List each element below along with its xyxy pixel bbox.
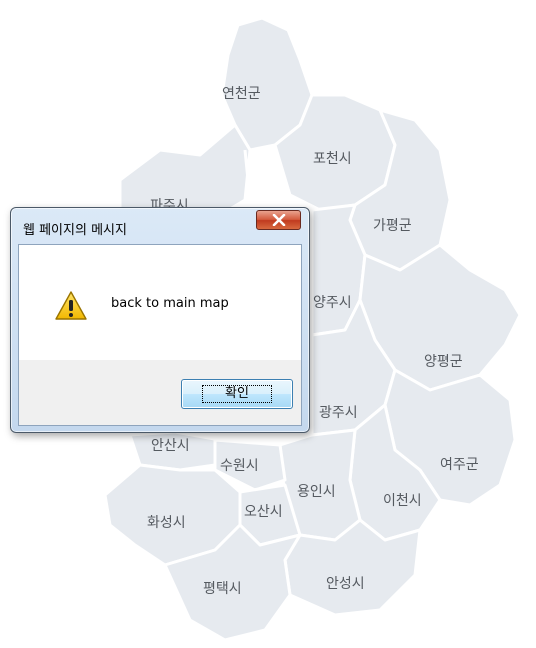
map-label-yangpyeong: 양평군: [424, 354, 463, 370]
map-label-anseong: 안성시: [326, 576, 365, 592]
map-label-yangju: 양주시: [313, 295, 352, 311]
map-label-gwangju: 광주시: [319, 405, 358, 421]
map-label-pocheon: 포천시: [313, 151, 352, 167]
dialog-title: 웹 페이지의 메시지: [23, 223, 127, 238]
dialog-body: back to main map 확인: [18, 244, 302, 426]
map-label-ansan: 안산시: [151, 438, 190, 454]
map-label-suwon: 수원시: [220, 458, 259, 474]
map-label-gapyeong: 가평군: [373, 218, 412, 234]
map-label-pyeongtaek: 평택시: [203, 581, 242, 597]
warning-icon: [55, 291, 87, 320]
map-label-osan: 오산시: [244, 504, 283, 520]
ok-button-label: 확인: [202, 385, 272, 403]
dialog-titlebar[interactable]: 웹 페이지의 메시지: [11, 208, 309, 244]
map-label-hwaseong: 화성시: [147, 515, 186, 531]
dialog-message: back to main map: [111, 296, 229, 311]
close-button[interactable]: [256, 210, 301, 230]
map-label-yeoju: 여주군: [440, 457, 479, 473]
map-label-icheon: 이천시: [383, 493, 422, 509]
map-label-yeoncheon: 연천군: [222, 86, 261, 102]
map-label-yongin: 용인시: [297, 484, 336, 500]
close-icon: [272, 214, 286, 226]
ok-button[interactable]: 확인: [181, 379, 293, 409]
message-area: back to main map: [19, 245, 301, 360]
message-dialog: 웹 페이지의 메시지 back to main map 확인: [10, 207, 310, 433]
region-anseong[interactable]: [283, 518, 422, 617]
dialog-button-area: 확인: [19, 360, 301, 425]
